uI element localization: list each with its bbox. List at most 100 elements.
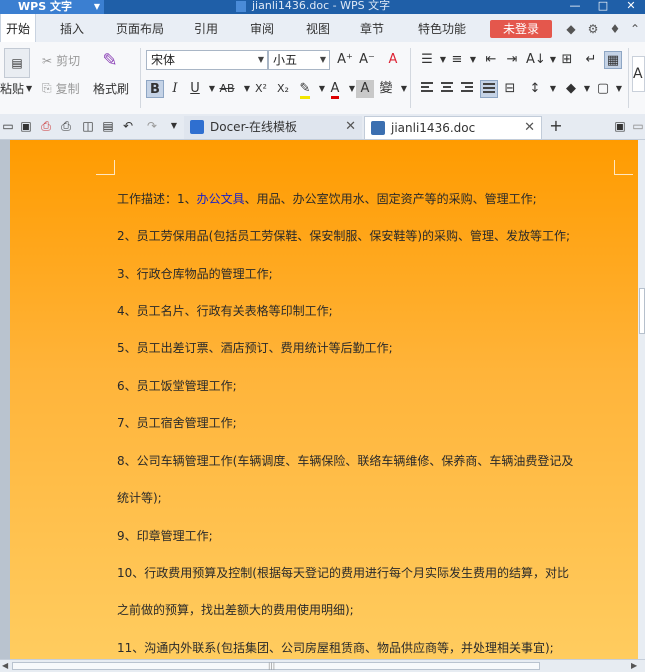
redo-icon[interactable]: ↷ bbox=[144, 118, 160, 134]
scroll-right-icon[interactable]: ▶ bbox=[631, 661, 637, 670]
crop-mark bbox=[96, 160, 115, 175]
export-pdf-icon[interactable]: ⎙ bbox=[38, 118, 54, 134]
paragraph-line: 9、印章管理工作; bbox=[117, 529, 213, 543]
chevron-down-icon[interactable]: ▼ bbox=[464, 51, 482, 69]
paragraph-line: 之前做的预算，找出差额大的费用使用明细); bbox=[117, 603, 354, 617]
chevron-down-icon[interactable]: ▼ bbox=[610, 80, 628, 98]
skin-icon[interactable]: ♦ bbox=[608, 22, 622, 36]
grow-font-icon[interactable]: A⁺ bbox=[336, 51, 354, 69]
tab-home[interactable]: 开始 bbox=[0, 14, 36, 43]
tab-label: jianli1436.doc bbox=[391, 121, 476, 135]
bold-button[interactable]: B bbox=[146, 80, 164, 98]
tab-section[interactable]: 章节 bbox=[354, 14, 390, 42]
chevron-down-icon: ▼ bbox=[319, 55, 327, 64]
minimize-button[interactable]: — bbox=[561, 0, 589, 14]
highlight-icon[interactable]: ✎ bbox=[296, 80, 314, 99]
close-icon[interactable]: ✕ bbox=[524, 117, 535, 139]
close-icon[interactable]: ✕ bbox=[345, 116, 356, 138]
tab-special-features[interactable]: 特色功能 bbox=[410, 14, 474, 42]
underline-button[interactable]: U bbox=[186, 80, 204, 98]
help-icon[interactable]: ◆ bbox=[564, 22, 578, 36]
close-window-button[interactable]: ✕ bbox=[617, 0, 645, 14]
increase-indent-icon[interactable]: ⇥ bbox=[503, 51, 521, 69]
tab-view[interactable]: 视图 bbox=[300, 14, 336, 42]
line-spacing-icon[interactable]: ↕ bbox=[526, 80, 544, 98]
tab-references[interactable]: 引用 bbox=[188, 14, 224, 42]
copy-button[interactable]: ⎘ 复制 bbox=[42, 80, 80, 97]
cut-label: 剪切 bbox=[56, 54, 81, 68]
chevron-down-icon[interactable]: ▼ bbox=[544, 80, 562, 98]
phonetic-guide-button[interactable]: 變 bbox=[377, 80, 395, 98]
decrease-indent-icon[interactable]: ⇤ bbox=[482, 51, 500, 69]
paragraph-line: 4、员工名片、行政有关表格等印制工作; bbox=[117, 304, 333, 318]
spellcheck-icon[interactable]: ▤ bbox=[100, 118, 116, 134]
paintbrush-icon[interactable]: ✎ bbox=[100, 48, 120, 72]
subscript-button[interactable]: X₂ bbox=[272, 80, 294, 98]
restore-pane-icon[interactable]: ▭ bbox=[630, 118, 645, 134]
copy-icon: ⎘ bbox=[42, 81, 52, 95]
distributed-align-icon[interactable]: ⊟ bbox=[501, 80, 519, 98]
tab-docer-templates[interactable]: Docer-在线模板 ✕ bbox=[184, 116, 362, 139]
format-painter-button[interactable]: 格式刷 bbox=[93, 80, 129, 97]
paragraph-mark-icon[interactable]: ↵ bbox=[582, 51, 600, 69]
font-size-value: 小五 bbox=[273, 53, 298, 67]
sort-icon[interactable]: A↓ bbox=[526, 51, 546, 69]
font-name-value: 宋体 bbox=[151, 53, 176, 67]
ribbon-toolbar: ▤ 粘贴 ▼ ✂ 剪切 ⎘ 复制 ✎ 格式刷 宋体 ▼ 小五 ▼ A⁺ A⁻ A … bbox=[0, 42, 645, 115]
tab-jianli1436-doc[interactable]: jianli1436.doc ✕ bbox=[364, 116, 542, 139]
paragraph-line: 10、行政费用预算及控制(根据每天登记的费用进行每个月实际发生费用的结算，对比 bbox=[117, 566, 569, 580]
font-size-select[interactable]: 小五 ▼ bbox=[268, 50, 330, 70]
scissors-icon: ✂ bbox=[42, 53, 53, 68]
font-color-label: A bbox=[330, 82, 340, 99]
print-preview-icon[interactable]: ◫ bbox=[80, 118, 96, 134]
app-menu-button[interactable]: WPS 文字 ▼ bbox=[0, 0, 104, 14]
collapse-ribbon-icon[interactable]: ⌃ bbox=[628, 22, 642, 36]
superscript-button[interactable]: X² bbox=[250, 80, 272, 98]
vertical-scroll-thumb[interactable] bbox=[639, 288, 645, 334]
login-button[interactable]: 未登录 bbox=[490, 20, 552, 38]
tab-menu-icon[interactable]: ▣ bbox=[612, 118, 628, 134]
maximize-button[interactable]: □ bbox=[589, 0, 617, 14]
grip-icon: ||| bbox=[268, 662, 276, 670]
document-page[interactable]: 工作描述：1、办公文具、用品、办公室饮用水、固定资产等的采购、管理工作; 2、员… bbox=[10, 140, 638, 659]
paragraph-line: 5、员工出差订票、酒店预订、费用统计等后勤工作; bbox=[117, 341, 393, 355]
clear-format-icon[interactable]: A bbox=[384, 51, 402, 69]
horizontal-scroll-thumb[interactable] bbox=[12, 662, 540, 670]
strikethrough-button[interactable]: AB bbox=[216, 80, 238, 98]
undo-icon[interactable]: ↶ bbox=[120, 118, 136, 134]
justify-icon[interactable] bbox=[480, 80, 498, 98]
paste-icon[interactable]: ▤ bbox=[4, 48, 30, 78]
align-left-icon[interactable] bbox=[418, 80, 436, 98]
print-icon[interactable]: ⎙ bbox=[58, 118, 74, 134]
horizontal-scrollbar[interactable]: ◀ ||| ▶ bbox=[0, 659, 645, 672]
paragraph-line: 11、沟通内外联系(包括集团、公司房屋租赁商、物品供应商等，并处理相关事宜); bbox=[117, 641, 554, 655]
open-folder-icon[interactable]: ▭ bbox=[0, 118, 16, 134]
separator bbox=[410, 48, 411, 108]
tab-insert[interactable]: 插入 bbox=[52, 14, 92, 42]
shrink-font-icon[interactable]: A⁻ bbox=[358, 51, 376, 69]
save-icon[interactable]: ▣ bbox=[18, 118, 34, 134]
align-right-icon[interactable] bbox=[458, 80, 476, 98]
scroll-left-icon[interactable]: ◀ bbox=[2, 661, 8, 670]
font-color-button[interactable]: A bbox=[326, 80, 344, 99]
italic-button[interactable]: I bbox=[166, 80, 184, 98]
line-rest: 、用品、办公室饮用水、固定资产等的采购、管理工作; bbox=[244, 192, 537, 206]
chevron-down-icon[interactable]: ▼ bbox=[166, 118, 182, 134]
styles-gallery[interactable]: A bbox=[632, 56, 645, 92]
document-icon bbox=[236, 1, 246, 12]
tab-page-layout[interactable]: 页面布局 bbox=[108, 14, 172, 42]
settings-icon[interactable]: ⚙ bbox=[586, 22, 600, 36]
align-center-icon[interactable] bbox=[438, 80, 456, 98]
paste-button[interactable]: 粘贴 ▼ bbox=[0, 80, 32, 97]
show-hide-icon[interactable]: ▦ bbox=[604, 51, 622, 69]
menu-bar: 开始 插入 页面布局 引用 审阅 视图 章节 特色功能 未登录 ◆ ⚙ ♦ ⌃ bbox=[0, 14, 645, 43]
table-icon[interactable]: ⊞ bbox=[558, 51, 576, 69]
char-shading-button[interactable]: A bbox=[356, 80, 374, 98]
new-tab-icon[interactable]: + bbox=[548, 118, 564, 134]
cut-button[interactable]: ✂ 剪切 bbox=[42, 52, 80, 69]
vertical-scrollbar[interactable] bbox=[638, 140, 645, 659]
tab-review[interactable]: 审阅 bbox=[244, 14, 280, 42]
paste-label: 粘贴 bbox=[0, 82, 25, 96]
app-name: WPS 文字 bbox=[18, 0, 72, 13]
font-name-select[interactable]: 宋体 ▼ bbox=[146, 50, 268, 70]
